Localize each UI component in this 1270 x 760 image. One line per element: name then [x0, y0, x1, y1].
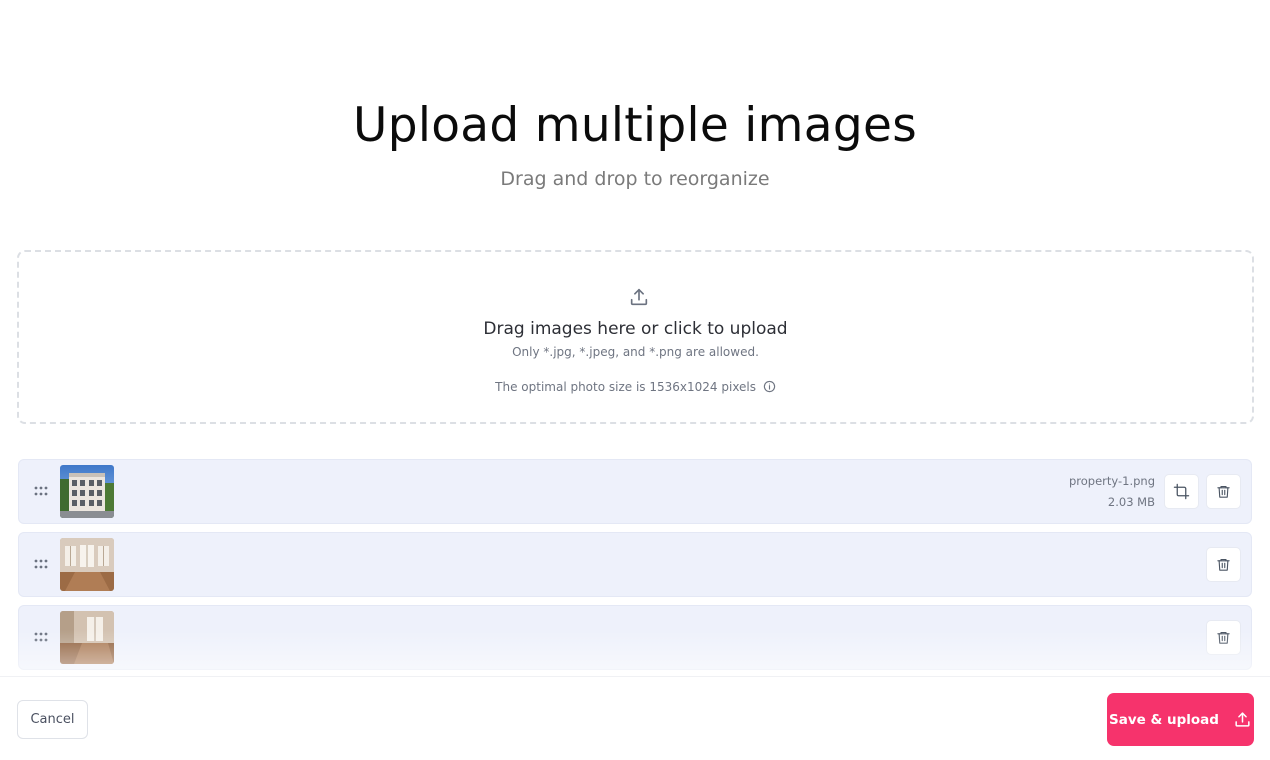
save-upload-button[interactable]: Save & upload — [1107, 693, 1254, 746]
trash-icon — [1217, 558, 1230, 571]
image-thumbnail — [60, 538, 114, 591]
list-item[interactable] — [18, 532, 1252, 597]
upload-icon — [1235, 712, 1250, 727]
save-upload-label: Save & upload — [1109, 711, 1219, 728]
dropzone-allowed-types: Only *.jpg, *.jpeg, and *.png are allowe… — [512, 345, 759, 359]
list-item[interactable]: property-1.png 2.03 MB — [18, 459, 1252, 524]
dialog-footer: Cancel Save & upload — [0, 676, 1270, 760]
file-name: property-1.png — [1068, 474, 1155, 488]
list-item[interactable] — [18, 605, 1252, 670]
image-thumbnail — [60, 465, 114, 518]
file-meta: property-1.png 2.03 MB — [1069, 471, 1155, 513]
page-title: Upload multiple images — [353, 98, 917, 153]
optimal-size-text: The optimal photo size is 1536x1024 pixe… — [495, 380, 757, 394]
crop-button[interactable] — [1164, 474, 1199, 509]
delete-button[interactable] — [1206, 547, 1241, 582]
dropzone-optimal-size: The optimal photo size is 1536x1024 pixe… — [19, 380, 1252, 394]
drag-handle-icon[interactable] — [34, 559, 48, 569]
dropzone-main-text: Drag images here or click to upload — [483, 319, 788, 339]
image-list: property-1.png 2.03 MB — [18, 459, 1252, 678]
crop-icon — [1173, 483, 1190, 500]
delete-button[interactable] — [1206, 474, 1241, 509]
upload-dialog: Upload multiple images Drag and drop to … — [0, 0, 1270, 760]
cancel-button[interactable]: Cancel — [17, 700, 88, 739]
drag-handle-icon[interactable] — [34, 486, 48, 496]
image-dropzone[interactable]: Drag images here or click to upload Only… — [17, 250, 1254, 424]
file-size: 2.03 MB — [1107, 495, 1155, 509]
trash-icon — [1217, 631, 1230, 644]
upload-icon — [630, 288, 648, 306]
image-thumbnail — [60, 611, 114, 664]
info-icon[interactable] — [763, 380, 776, 393]
page-subtitle: Drag and drop to reorganize — [500, 168, 770, 190]
drag-handle-icon[interactable] — [34, 632, 48, 642]
delete-button[interactable] — [1206, 620, 1241, 655]
trash-icon — [1217, 485, 1230, 498]
